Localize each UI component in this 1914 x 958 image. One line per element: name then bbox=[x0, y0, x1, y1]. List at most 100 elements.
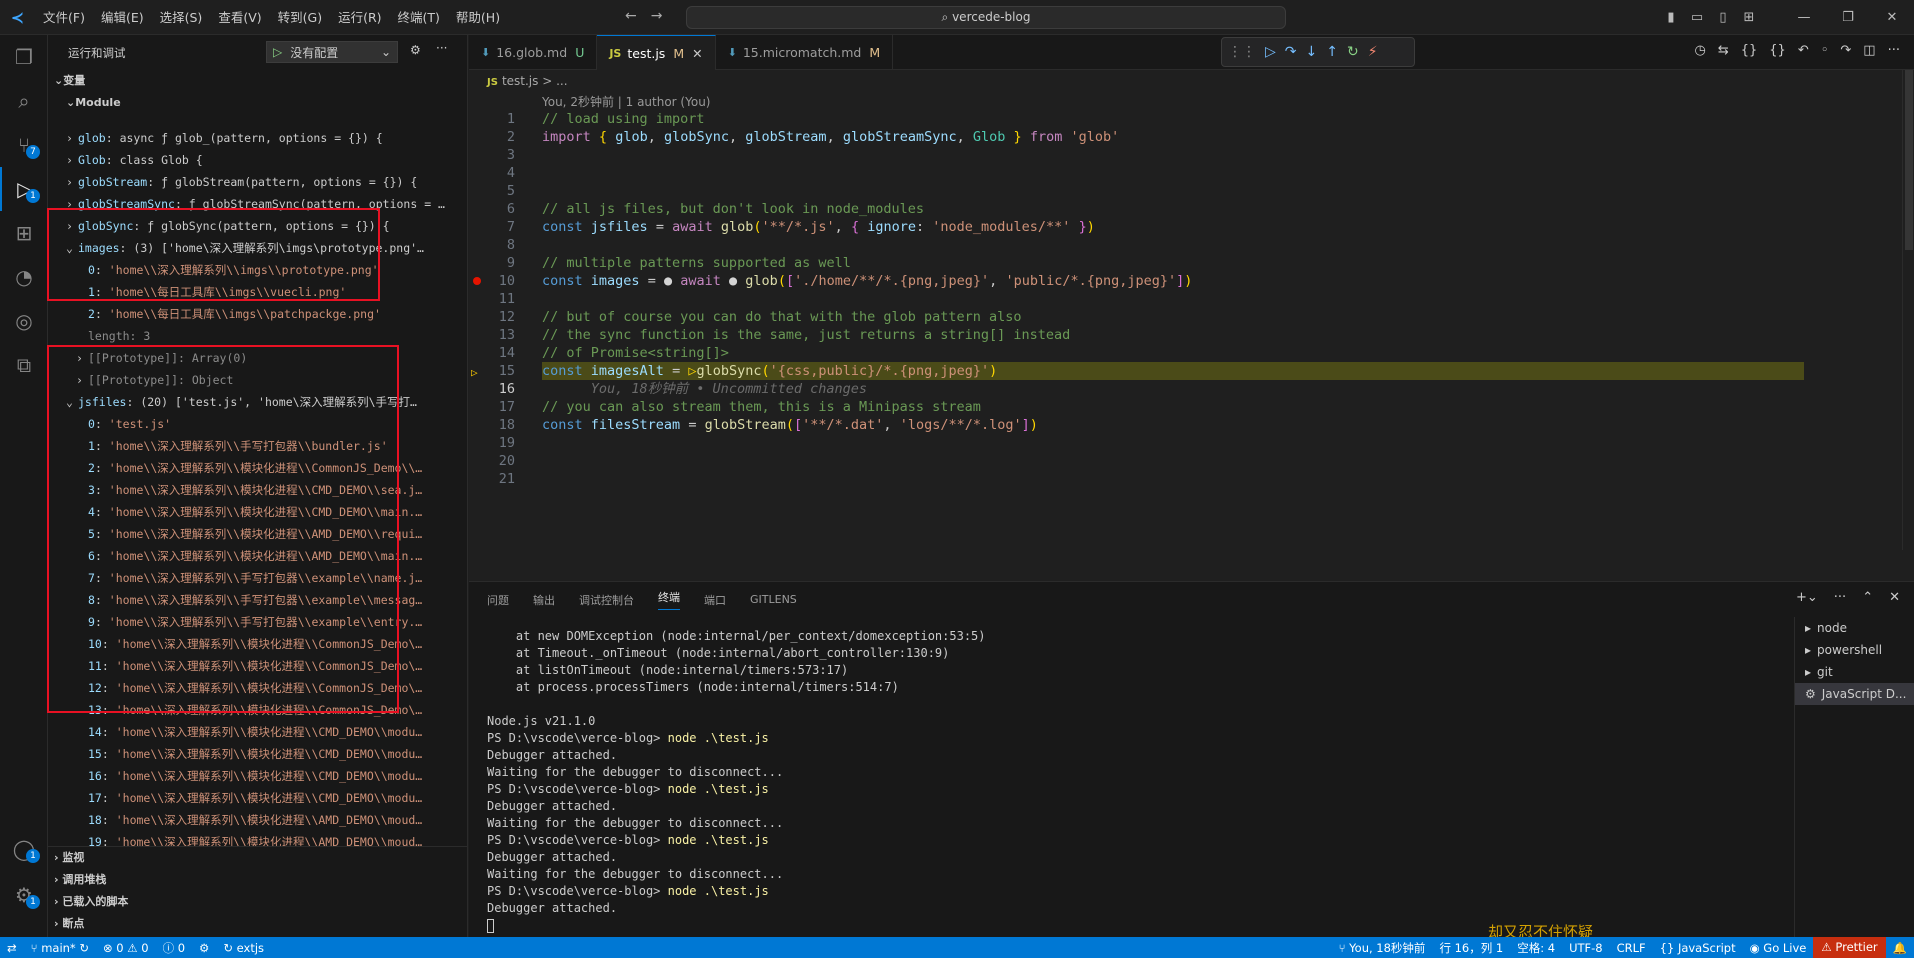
array-item-row[interactable]: 14: 'home\\深入理解系列\\模块化进程\\CMD_DEMO\\modu… bbox=[48, 721, 468, 743]
array-item-row[interactable]: 0: 'home\\深入理解系列\\imgs\\prototype.png' bbox=[48, 259, 468, 281]
array-item-row[interactable]: 12: 'home\\深入理解系列\\模块化进程\\CommonJS_Demo\… bbox=[48, 677, 468, 699]
array-item-row[interactable]: 0: 'test.js' bbox=[48, 413, 468, 435]
panel-tab[interactable]: 问题 bbox=[487, 592, 509, 608]
explorer-icon[interactable]: ❐ bbox=[0, 35, 48, 79]
close-window-button[interactable]: ✕ bbox=[1870, 10, 1914, 25]
minimize-button[interactable]: — bbox=[1782, 10, 1826, 25]
split-editor-icon[interactable]: ◫ bbox=[1863, 43, 1875, 58]
compare-icon[interactable]: ⇆ bbox=[1718, 43, 1729, 58]
panel-tab[interactable]: GITLENS bbox=[750, 593, 797, 606]
more-actions-icon[interactable]: ··· bbox=[1888, 43, 1900, 58]
disconnect-icon[interactable]: ⚡ bbox=[1368, 44, 1378, 60]
code-line[interactable]: 15 ▷ const imagesAlt = ▷globSync('{css,pub… bbox=[469, 362, 1914, 380]
code-line[interactable]: 19 bbox=[469, 434, 1914, 452]
code-line[interactable]: 8 bbox=[469, 236, 1914, 254]
debug-status-icon[interactable]: ⚙ bbox=[192, 941, 216, 955]
panel-tab[interactable]: 输出 bbox=[533, 592, 555, 608]
array-item-row[interactable]: 2: 'home\\每日工具库\\imgs\\patchpackge.png' bbox=[48, 303, 468, 325]
variable-row[interactable]: › globStreamSync: ƒ globStreamSync(patter… bbox=[48, 193, 468, 215]
code-line[interactable]: 21 bbox=[469, 470, 1914, 488]
variable-row-jsfiles[interactable]: ⌄ jsfiles: (20) ['test.js', 'home\深入理解系列\… bbox=[48, 391, 468, 413]
array-item-row[interactable]: 16: 'home\\深入理解系列\\模块化进程\\CMD_DEMO\\modu… bbox=[48, 765, 468, 787]
new-terminal-icon[interactable]: +⌄ bbox=[1796, 590, 1818, 605]
array-item-row[interactable]: 10: 'home\\深入理解系列\\模块化进程\\CommonJS_Demo\… bbox=[48, 633, 468, 655]
array-item-row[interactable]: 13: 'home\\深入理解系列\\模块化进程\\CommonJS_Demo\… bbox=[48, 699, 468, 721]
code-line[interactable]: 14 // of Promise<string[]> bbox=[469, 344, 1914, 362]
prototype-row[interactable]: › [[Prototype]]: Object bbox=[48, 369, 468, 391]
toggle-sidebar-icon[interactable]: ▮ bbox=[1658, 10, 1684, 25]
minimap[interactable] bbox=[1794, 70, 1914, 550]
close-tab-icon[interactable]: ✕ bbox=[692, 46, 702, 61]
back-icon[interactable]: ↶ bbox=[1798, 43, 1809, 58]
notifications-icon[interactable]: 🔔 bbox=[1886, 941, 1914, 955]
terminal-list-item[interactable]: ▸ powershell bbox=[1795, 639, 1914, 661]
length-row[interactable]: length: 3 bbox=[48, 325, 468, 347]
code-line[interactable]: 18 const filesStream = globStream(['**/*.… bbox=[469, 416, 1914, 434]
code-line[interactable]: 9 // multiple patterns supported as well bbox=[469, 254, 1914, 272]
menu-item[interactable]: 查看(V) bbox=[210, 0, 269, 35]
terminal-list-item[interactable]: ▸ node bbox=[1795, 617, 1914, 639]
toggle-panel-icon[interactable]: ▭ bbox=[1684, 10, 1710, 25]
variable-row-images[interactable]: ⌄ images: (3) ['home\深入理解系列\imgs\prototyp… bbox=[48, 237, 468, 259]
variables-section-header[interactable]: ⌄变量 bbox=[48, 70, 468, 92]
terminal-list-item[interactable]: ▸ git bbox=[1795, 661, 1914, 683]
accounts-icon[interactable]: ◯ 1 bbox=[0, 827, 48, 871]
array-item-row[interactable]: 5: 'home\\深入理解系列\\模块化进程\\AMD_DEMO\\requi… bbox=[48, 523, 468, 545]
menu-item[interactable]: 终端(T) bbox=[390, 0, 448, 35]
code-line[interactable]: 12 // but of course you can do that with … bbox=[469, 308, 1914, 326]
code-line[interactable]: 4 bbox=[469, 164, 1914, 182]
code-line[interactable]: 10 const images = ● await ● glob(['./home… bbox=[469, 272, 1914, 290]
manage-gear-icon[interactable]: ⚙ 1 bbox=[0, 873, 48, 917]
array-item-row[interactable]: 18: 'home\\深入理解系列\\模块化进程\\AMD_DEMO\\moud… bbox=[48, 809, 468, 831]
code-line[interactable]: 3 bbox=[469, 146, 1914, 164]
array-item-row[interactable]: 8: 'home\\深入理解系列\\手写打包器\\example\\messag… bbox=[48, 589, 468, 611]
forward-icon[interactable]: ↷ bbox=[1840, 43, 1851, 58]
code-line[interactable]: 5 bbox=[469, 182, 1914, 200]
braces-icon[interactable]: {} bbox=[1741, 43, 1758, 58]
menu-item[interactable]: 文件(F) bbox=[35, 0, 93, 35]
array-item-row[interactable]: 3: 'home\\深入理解系列\\模块化进程\\CMD_DEMO\\sea.j… bbox=[48, 479, 468, 501]
array-item-row[interactable]: 1: 'home\\每日工具库\\imgs\\vuecli.png' bbox=[48, 281, 468, 303]
array-item-row[interactable]: 17: 'home\\深入理解系列\\模块化进程\\CMD_DEMO\\modu… bbox=[48, 787, 468, 809]
dot-icon[interactable]: ◦ bbox=[1821, 43, 1829, 58]
module-scope-header[interactable]: ⌄Module bbox=[48, 92, 468, 114]
forward-arrow-icon[interactable]: → bbox=[651, 8, 663, 24]
code-line[interactable]: 6 // all js files, but don't look in node… bbox=[469, 200, 1914, 218]
variable-row[interactable]: › Glob: class Glob { bbox=[48, 149, 468, 171]
menu-item[interactable]: 帮助(H) bbox=[448, 0, 508, 35]
layout-icon[interactable]: ⊞ bbox=[1736, 10, 1762, 25]
variable-row[interactable]: › globSync: ƒ globSync(pattern, options =… bbox=[48, 215, 468, 237]
code-line[interactable]: 11 bbox=[469, 290, 1914, 308]
tab-micromatch-md[interactable]: ⬇ 15.micromatch.md M bbox=[716, 35, 894, 70]
breakpoints-section-header[interactable]: › 断点 bbox=[48, 913, 468, 935]
restore-button[interactable]: ❐ bbox=[1826, 10, 1870, 25]
remote-icon[interactable]: ⇄ bbox=[0, 941, 24, 955]
array-item-row[interactable]: 15: 'home\\深入理解系列\\模块化进程\\CMD_DEMO\\modu… bbox=[48, 743, 468, 765]
terminal-output[interactable]: at new DOMException (node:internal/per_c… bbox=[487, 628, 1657, 933]
prettier-status[interactable]: ⚠ Prettier bbox=[1813, 937, 1886, 958]
drag-handle-icon[interactable]: ⋮⋮ bbox=[1228, 44, 1256, 60]
array-item-row[interactable]: 11: 'home\\深入理解系列\\模块化进程\\CommonJS_Demo\… bbox=[48, 655, 468, 677]
array-item-row[interactable]: 19: 'home\\深入理解系列\\模块化进程\\AMD_DEMO\\moud… bbox=[48, 831, 468, 846]
indentation[interactable]: 空格: 4 bbox=[1510, 940, 1562, 956]
close-panel-icon[interactable]: ✕ bbox=[1889, 590, 1900, 605]
menu-item[interactable]: 选择(S) bbox=[152, 0, 211, 35]
prototype-row[interactable]: › [[Prototype]]: Array(0) bbox=[48, 347, 468, 369]
code-line[interactable]: 1 // load using import bbox=[469, 110, 1914, 128]
encoding[interactable]: UTF-8 bbox=[1562, 941, 1610, 955]
array-item-row[interactable]: 7: 'home\\深入理解系列\\手写打包器\\example\\name.j… bbox=[48, 567, 468, 589]
menu-item[interactable]: 转到(G) bbox=[270, 0, 330, 35]
variable-row[interactable]: › globStream: ƒ globStream(pattern, optio… bbox=[48, 171, 468, 193]
code-line[interactable]: 7 const jsfiles = await glob('**/*.js', {… bbox=[469, 218, 1914, 236]
breadcrumb[interactable]: JS test.js > ... bbox=[469, 70, 1914, 92]
go-live-status[interactable]: ◉ Go Live bbox=[1743, 941, 1814, 955]
more-icon[interactable]: ··· bbox=[1834, 590, 1846, 605]
timeline-icon[interactable]: ◷ bbox=[1694, 43, 1705, 58]
eol[interactable]: CRLF bbox=[1610, 941, 1653, 955]
array-item-row[interactable]: 9: 'home\\深入理解系列\\手写打包器\\example\\entry.… bbox=[48, 611, 468, 633]
cursor-position[interactable]: 行 16，列 1 bbox=[1432, 940, 1510, 956]
start-debug-icon[interactable]: ▷ bbox=[273, 45, 282, 59]
debug-settings-gear-icon[interactable]: ⚙ bbox=[410, 43, 421, 57]
language-mode[interactable]: {} JavaScript bbox=[1653, 941, 1743, 955]
toggle-secondary-sidebar-icon[interactable]: ▯ bbox=[1710, 10, 1736, 25]
